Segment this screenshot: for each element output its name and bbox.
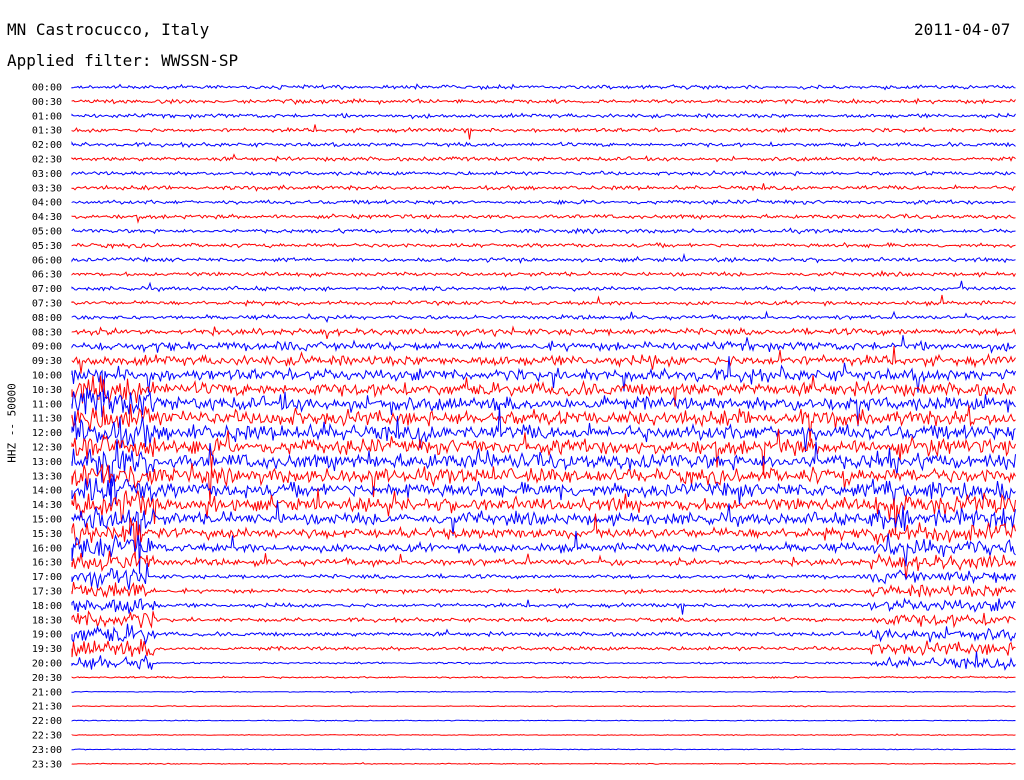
time-tick-label: 16:00 [32,543,62,554]
trace-row [71,562,1016,590]
time-tick-label: 17:00 [32,572,62,583]
seismogram-plot: 00:00 00:30 01:00 01:30 02:00 02:30 03:00 03:30… [32,83,1016,770]
time-tick-label: 21:30 [32,702,62,713]
trace-row [71,153,1016,163]
time-tick-label: 04:00 [32,198,62,209]
trace-row [71,638,1016,658]
trace-row [71,733,1016,737]
time-tick-label: 04:30 [32,212,62,223]
time-tick-label: 15:30 [32,529,62,540]
trace-row [71,310,1016,323]
trace-row [71,623,1016,646]
trace-row [71,183,1016,192]
time-tick-label: 06:30 [32,270,62,281]
trace-row [71,294,1016,308]
time-tick-label: 23:30 [32,759,62,770]
trace-row [71,551,1016,580]
trace-row [71,97,1016,106]
trace-row [71,581,1016,599]
trace-row [71,748,1016,751]
time-tick-label: 11:00 [32,399,62,410]
trace-row [71,651,1016,671]
trace-row [71,241,1016,250]
trace-row [71,112,1016,120]
time-tick-label: 23:00 [32,745,62,756]
time-tick-label: 12:00 [32,428,62,439]
time-tick-label: 05:30 [32,241,62,252]
trace-row [71,463,1016,504]
time-tick-label: 20:30 [32,673,62,684]
trace-row [71,169,1016,177]
time-tick-label: 18:30 [32,615,62,626]
trace-row [71,83,1016,91]
time-tick-label: 10:30 [32,385,62,396]
trace-row [71,124,1016,140]
time-tick-label: 02:30 [32,155,62,166]
trace-row [71,690,1016,694]
time-tick-label: 09:00 [32,342,62,353]
time-tick-label: 08:30 [32,327,62,338]
time-tick-label: 01:00 [32,111,62,122]
trace-row [71,213,1016,224]
time-tick-label: 08:00 [32,313,62,324]
time-tick-label: 15:00 [32,515,62,526]
trace-row [71,597,1016,615]
trace-row [71,675,1016,680]
time-tick-label: 05:00 [32,227,62,238]
time-tick-label: 03:00 [32,169,62,180]
time-tick-label: 22:00 [32,716,62,727]
trace-row [71,198,1016,206]
time-tick-label: 00:30 [32,97,62,108]
time-tick-label: 17:30 [32,587,62,598]
time-tick-label: 03:30 [32,183,62,194]
time-tick-label: 10:00 [32,371,62,382]
trace-row [71,269,1016,278]
trace-row [71,335,1016,354]
trace-row [71,761,1016,765]
trace-row [71,227,1016,235]
trace-row [71,346,1016,374]
trace-row [72,705,1016,708]
time-tick-label: 09:30 [32,356,62,367]
time-tick-label: 14:00 [32,486,62,497]
time-tick-label: 01:30 [32,126,62,137]
time-tick-label: 02:00 [32,140,62,151]
time-tick-label: 19:30 [32,644,62,655]
time-tick-label: 12:30 [32,443,62,454]
time-tick-label: 19:00 [32,630,62,641]
trace-row [71,280,1016,293]
trace-row [71,488,1016,534]
time-tick-label: 07:30 [32,299,62,310]
time-tick-label: 11:30 [32,414,62,425]
time-tick-label: 14:30 [32,500,62,511]
time-tick-label: 13:30 [32,471,62,482]
time-tick-label: 06:00 [32,255,62,266]
trace-row [71,140,1016,148]
time-tick-label: 07:00 [32,284,62,295]
time-tick-label: 18:00 [32,601,62,612]
trace-row [71,500,1016,574]
time-tick-label: 21:00 [32,687,62,698]
time-tick-label: 13:00 [32,457,62,468]
time-tick-label: 16:30 [32,558,62,569]
time-tick-label: 00:00 [32,83,62,94]
trace-row [71,719,1016,722]
time-tick-label: 20:00 [32,659,62,670]
trace-row [71,325,1016,340]
trace-row [71,610,1016,629]
trace-row [71,252,1016,264]
time-tick-label: 22:30 [32,731,62,742]
